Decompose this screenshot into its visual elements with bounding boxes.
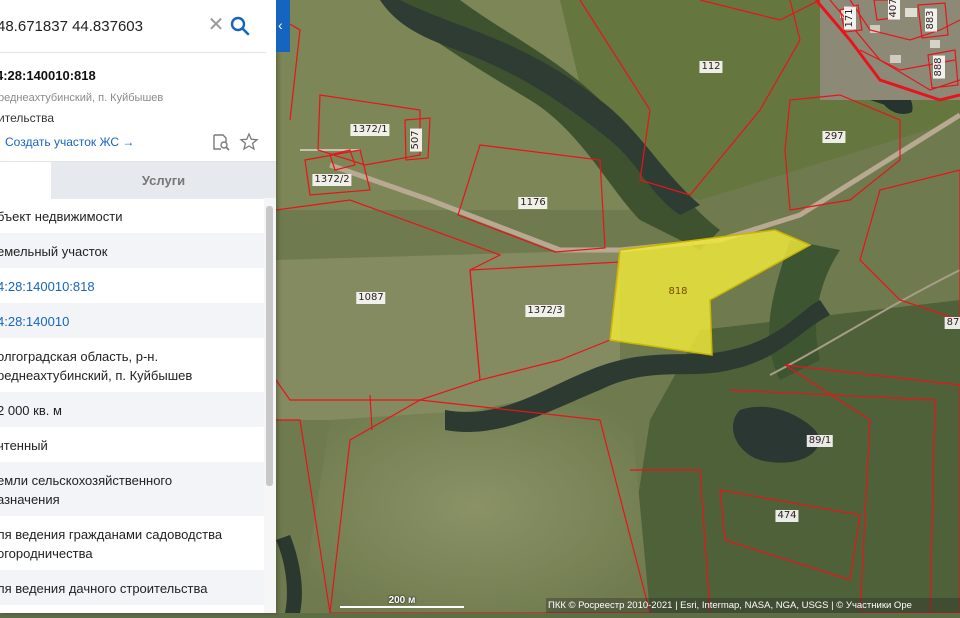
- plot-label-89-1[interactable]: 89/1: [806, 435, 834, 447]
- cadastral-number-title: 4:28:140010:818: [0, 68, 96, 83]
- cad-quarter-link[interactable]: 4:28:140010: [0, 314, 69, 329]
- cad-number-link[interactable]: 4:28:140010:818: [0, 279, 95, 294]
- attr-row-category: емли сельскохозяйственного азначения: [0, 462, 264, 516]
- panel-scrollbar[interactable]: [264, 198, 276, 613]
- tab-information[interactable]: [0, 162, 51, 199]
- attr-value: емельный участок: [0, 244, 108, 259]
- attr-value: бъект недвижимости: [0, 209, 123, 224]
- info-panel: ✕ 4:28:140010:818 реднеахтубинский, п. К…: [0, 0, 276, 613]
- selected-plot-818[interactable]: [609, 229, 812, 356]
- star-icon: [239, 132, 259, 151]
- collapse-panel-button[interactable]: ‹: [276, 0, 290, 52]
- attr-row-address: олгоградская область, р-н. реднеахтубинс…: [0, 338, 264, 392]
- attr-row-kind: емельный участок: [0, 233, 264, 268]
- attr-value: 2 000 кв. м: [0, 403, 62, 418]
- attr-value: ля ведения гражданами садоводства: [0, 527, 223, 542]
- clear-search-button[interactable]: ✕: [207, 14, 225, 36]
- attribute-list: бъект недвижимости емельный участок 4:28…: [0, 198, 264, 605]
- plot-boundary-297: [784, 94, 901, 211]
- attr-value: ля ведения дачного строительства: [0, 581, 208, 596]
- attr-row-doc-use: ля ведения дачного строительства: [0, 570, 264, 605]
- attr-row-permitted-use: ля ведения гражданами садоводства огород…: [0, 516, 264, 570]
- search-icon: [230, 16, 250, 36]
- plot-label-818[interactable]: 818: [666, 286, 689, 298]
- attr-row-area: 2 000 кв. м: [0, 392, 264, 427]
- attr-row-cad-number: 4:28:140010:818: [0, 268, 264, 303]
- plot-label-1372-1[interactable]: 1372/1: [350, 124, 390, 136]
- object-address: реднеахтубинский, п. Куйбышев: [0, 92, 164, 104]
- object-purpose: ительства: [0, 111, 55, 125]
- scale-bar: 200 м: [340, 595, 464, 608]
- plot-label-1176[interactable]: 1176: [518, 197, 548, 209]
- create-plot-link[interactable]: Создать участок ЖС →: [5, 135, 134, 149]
- search-button[interactable]: [229, 14, 251, 38]
- attr-value: азначения: [0, 492, 60, 507]
- plot-label-474[interactable]: 474: [775, 510, 799, 522]
- scale-label: 200 м: [388, 595, 416, 606]
- document-search-icon: [213, 134, 230, 151]
- attr-row-status: чтенный: [0, 427, 264, 462]
- plot-boundary-474: [719, 489, 861, 581]
- plot-label-112[interactable]: 112: [699, 61, 723, 73]
- attr-value: олгоградская область, р-н.: [0, 349, 159, 364]
- attr-value: огородничества: [0, 546, 93, 561]
- plot-label-507[interactable]: 507: [410, 128, 422, 152]
- plot-label-888[interactable]: 888: [933, 55, 945, 79]
- find-on-map-button[interactable]: [212, 133, 230, 151]
- plot-label-883[interactable]: 883: [925, 8, 937, 32]
- attr-row-type: бъект недвижимости: [0, 198, 264, 233]
- panel-tabs: Услуги: [0, 161, 276, 199]
- attr-value: чтенный: [0, 438, 48, 453]
- favorite-button[interactable]: [239, 132, 259, 152]
- search-input[interactable]: [0, 14, 197, 38]
- plot-label-407[interactable]: 407: [888, 0, 900, 20]
- plot-label-87[interactable]: 87: [944, 317, 960, 329]
- chevron-left-icon: ‹: [278, 17, 283, 33]
- attr-value: реднеахтубинский, п. Куйбышев: [0, 368, 193, 383]
- plot-boundary-1372-3: [469, 261, 621, 381]
- plot-boundary-1087: [275, 199, 502, 401]
- attr-value: емли сельскохозяйственного: [0, 473, 173, 488]
- map-attribution: ПКК © Росреестр 2010-2021 | Esri, Interm…: [546, 598, 960, 613]
- tab-services[interactable]: Услуги: [51, 162, 276, 199]
- scroll-thumb[interactable]: [266, 206, 273, 486]
- attr-row-quarter: 4:28:140010: [0, 303, 264, 338]
- search-box: ✕: [0, 0, 266, 53]
- close-icon: ✕: [207, 14, 225, 36]
- scale-line: [340, 606, 464, 608]
- plot-label-1372-2[interactable]: 1372/2: [312, 174, 352, 186]
- plot-label-297[interactable]: 297: [822, 131, 846, 143]
- plot-label-171[interactable]: 171: [844, 6, 856, 30]
- plot-boundary-112: [579, 0, 801, 196]
- plot-label-1087[interactable]: 1087: [356, 292, 386, 304]
- plot-label-1372-3[interactable]: 1372/3: [525, 305, 565, 317]
